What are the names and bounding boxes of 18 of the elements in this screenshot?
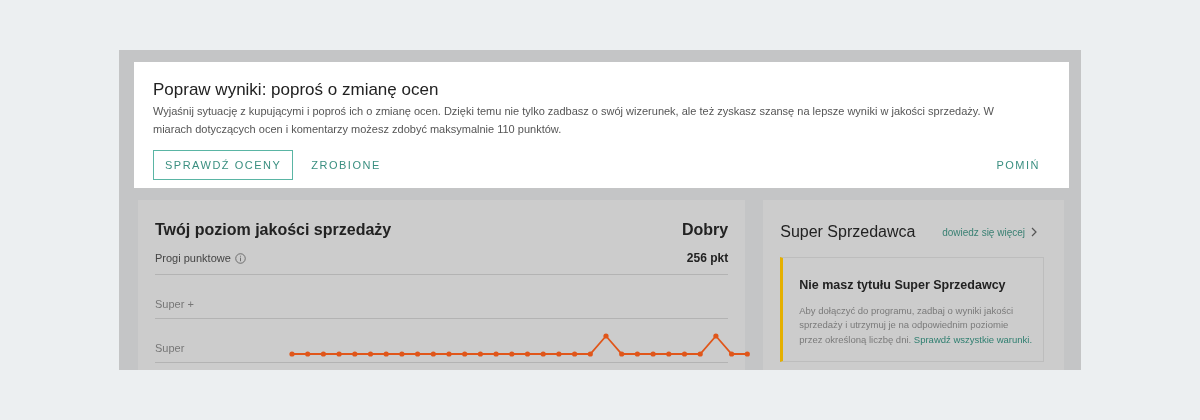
quality-title: Twój poziom jakości sprzedaży: [155, 220, 392, 240]
level-label: Super: [155, 342, 185, 354]
info-icon[interactable]: [234, 252, 246, 264]
banner-title: Popraw wyniki: poproś o zmianę ocen: [153, 79, 440, 101]
skip-button[interactable]: POMIŃ: [986, 150, 1050, 180]
check-ratings-button[interactable]: SPRAWDŹ OCENY: [153, 150, 294, 180]
super-seller-title: Super Sprzedawca: [780, 222, 916, 242]
done-button[interactable]: ZROBIONE: [301, 150, 391, 180]
notice-title: Nie masz tytułu Super Sprzedawcy: [799, 277, 1007, 294]
quality-level: Dobry: [682, 220, 729, 240]
level-label: Super +: [155, 298, 194, 310]
notice-text: Aby dołączyć do programu, zadbaj o wyniki jakości sprzedaży i utrzymuj je na odpowiednim poziomie przez określoną liczbę dni. Sprawdź wszystkie warunki.: [799, 303, 1034, 347]
conditions-link[interactable]: Sprawdź wszystkie warunki.: [913, 333, 1033, 345]
points-value: 256 pkt: [686, 250, 729, 267]
chevron-right-icon: [1031, 227, 1037, 237]
learn-more-link[interactable]: dowiedz się więcej: [942, 224, 1037, 240]
thresholds-label: Progi punktowe: [155, 250, 231, 266]
banner-text: Wyjaśnij sytuację z kupującymi i poproś ich o zmianę ocen. Dzięki temu nie tylko zadbasz o swój wizerunek, ale też zyskasz szansę na lepsze wyniki w jakości sprzedaży. W miarach dotyczących ocen i komentarzy możesz zdobyć maksymalnie 110 punktów.: [153, 104, 995, 137]
